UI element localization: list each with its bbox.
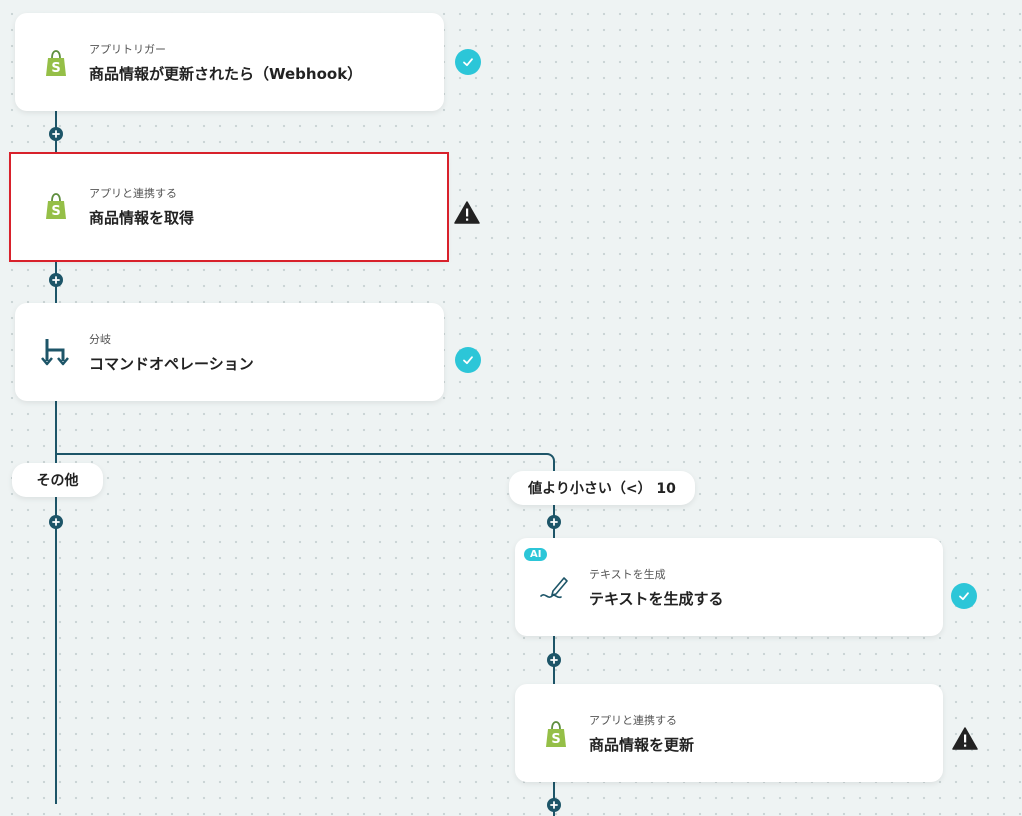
ai-badge: AI — [524, 548, 548, 561]
step-kind-label: アプリトリガー — [89, 43, 166, 56]
branch-connector — [55, 453, 547, 455]
plus-icon — [52, 518, 60, 526]
shopify-icon: S — [46, 193, 66, 219]
flow-canvas: S アプリトリガー 商品情報が更新されたら（Webhook） S アプリと連携す… — [0, 0, 1022, 816]
branch-connector-corner — [538, 453, 555, 471]
plus-icon — [52, 276, 60, 284]
branch-icon — [41, 339, 69, 366]
plus-icon — [52, 130, 60, 138]
step-title: 商品情報を取得 — [89, 209, 195, 227]
step-title: 商品情報が更新されたら（Webhook） — [89, 65, 363, 83]
check-icon — [951, 583, 977, 609]
plus-icon — [550, 656, 558, 664]
connector-line — [55, 401, 57, 804]
add-step-button[interactable] — [547, 653, 561, 667]
shopify-icon: S — [546, 721, 566, 747]
add-step-button[interactable] — [49, 515, 63, 529]
flow-step-card-branch[interactable]: 分岐 コマンドオペレーション — [15, 303, 444, 401]
add-step-button[interactable] — [49, 127, 63, 141]
warning-icon — [952, 727, 978, 750]
step-kind-label: アプリと連携する — [89, 187, 177, 200]
plus-icon — [550, 518, 558, 526]
flow-step-card-update-product[interactable]: S アプリと連携する 商品情報を更新 — [515, 684, 943, 782]
warning-icon — [454, 201, 480, 224]
step-title: コマンドオペレーション — [89, 355, 254, 373]
add-step-button[interactable] — [49, 273, 63, 287]
step-kind-label: アプリと連携する — [589, 714, 677, 727]
pen-icon — [540, 577, 568, 599]
step-kind-label: 分岐 — [89, 333, 111, 346]
flow-step-card-trigger[interactable]: S アプリトリガー 商品情報が更新されたら（Webhook） — [15, 13, 444, 111]
step-kind-label: テキストを生成 — [589, 568, 666, 581]
svg-text:S: S — [51, 61, 60, 76]
add-step-button[interactable] — [547, 798, 561, 812]
step-title: 商品情報を更新 — [589, 736, 695, 754]
svg-text:S: S — [551, 732, 560, 747]
check-icon — [455, 49, 481, 75]
branch-label-condition[interactable]: 値より小さい（<） 10 — [509, 471, 695, 505]
flow-step-card-get-product[interactable]: S アプリと連携する 商品情報を取得 — [9, 152, 449, 262]
svg-text:S: S — [51, 204, 60, 219]
step-title: テキストを生成する — [589, 590, 724, 608]
shopify-icon: S — [46, 50, 66, 76]
plus-icon — [550, 801, 558, 809]
branch-label-other[interactable]: その他 — [12, 463, 103, 497]
check-icon — [455, 347, 481, 373]
add-step-button[interactable] — [547, 515, 561, 529]
flow-step-card-generate-text[interactable]: AI テキストを生成 テキストを生成する — [515, 538, 943, 636]
